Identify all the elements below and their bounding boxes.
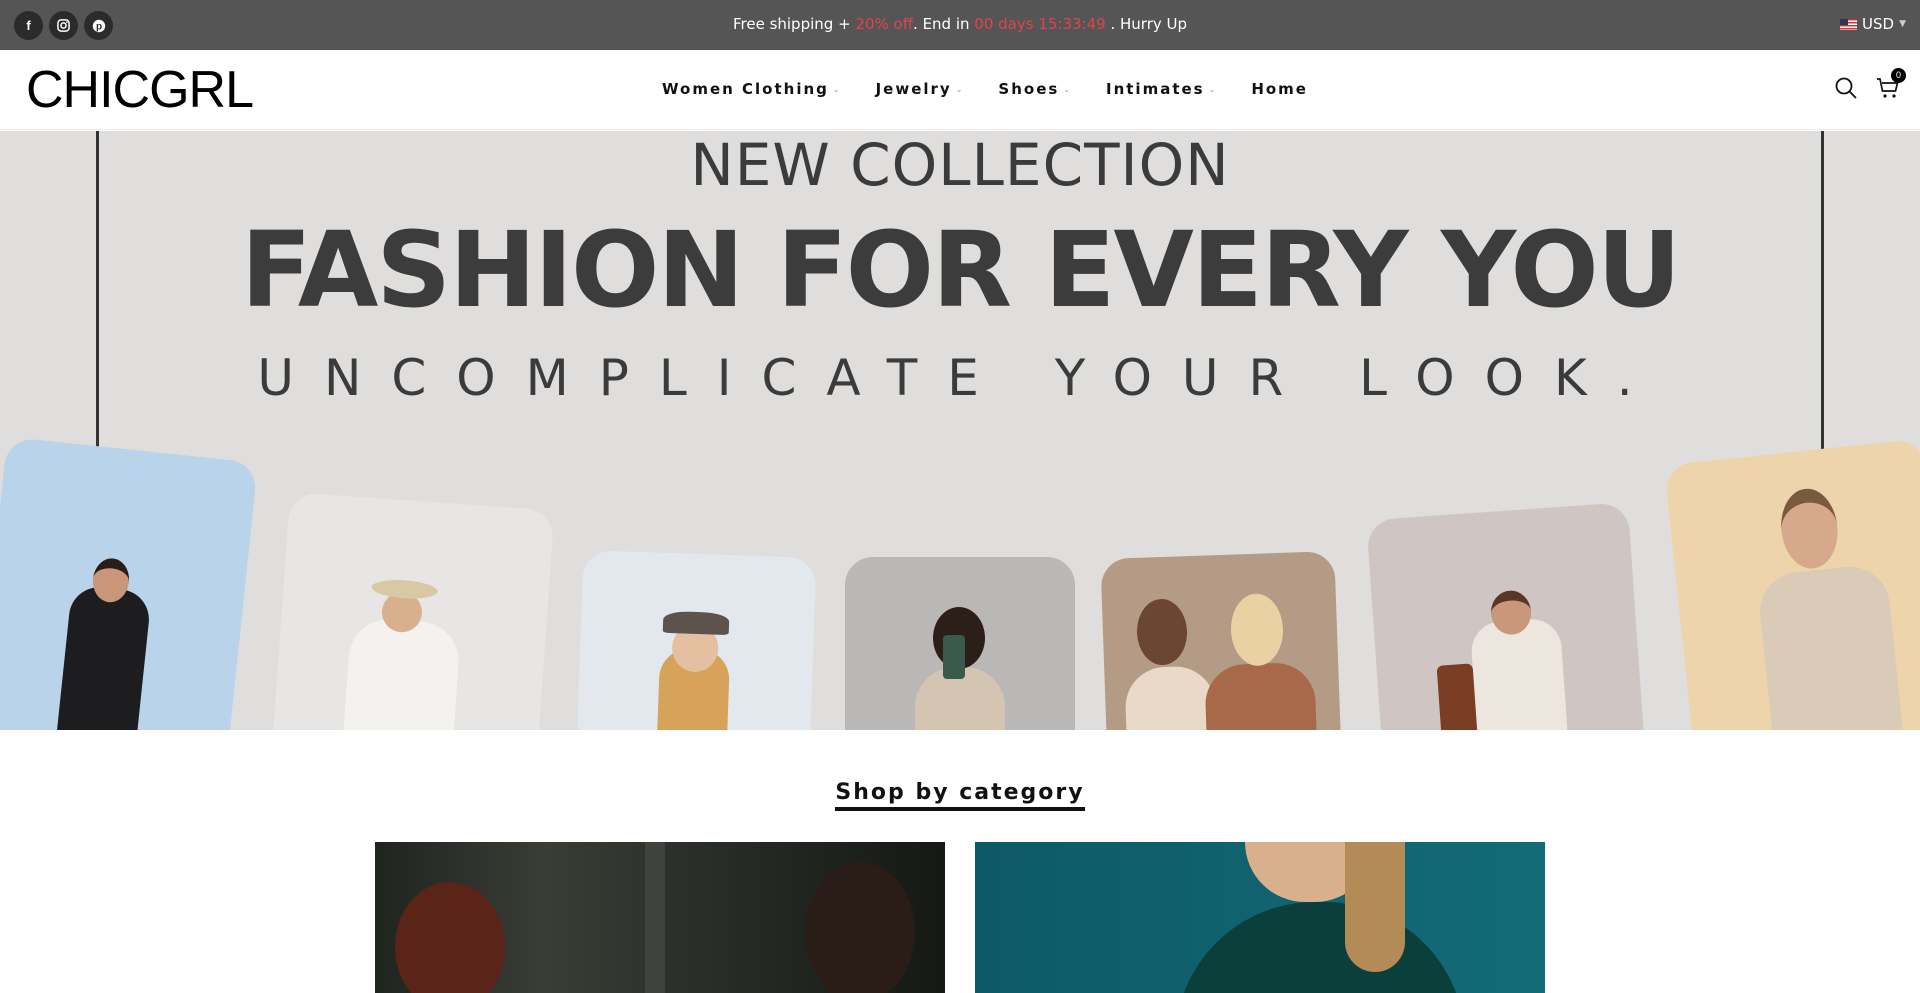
model-figure: [1756, 562, 1907, 730]
hero-tagline: UNCOMPLICATE YOUR LOOK.: [257, 349, 1663, 407]
hero-kicker: NEW COLLECTION: [690, 131, 1230, 199]
model-head: [1229, 592, 1285, 667]
chevron-down-icon: ⌄: [832, 84, 842, 94]
nav-label: Jewelry: [875, 80, 952, 98]
discount-text: 20% off: [855, 15, 914, 33]
header-actions: 0: [1834, 68, 1906, 105]
model-figure: [1204, 661, 1318, 730]
background-post: [645, 842, 665, 993]
announce-prefix: Free shipping +: [732, 15, 856, 33]
announcement-bar: f p Free shipping + 20% off. End in 00 d…: [0, 0, 1920, 50]
model-head: [1777, 485, 1842, 572]
site-header: CHICGRL Women Clothing ⌄ Jewelry ⌄ Shoes ⌄ …: [0, 50, 1920, 130]
cart-button[interactable]: 0: [1876, 68, 1906, 105]
chevron-down-icon: ⌄: [955, 84, 965, 94]
announce-mid: . End in: [913, 15, 975, 33]
nav-label: Shoes: [998, 80, 1060, 98]
model-photo-card: [845, 557, 1075, 730]
nav-item-home[interactable]: Home: [1251, 80, 1308, 98]
site-logo[interactable]: CHICGRL: [26, 64, 254, 116]
model-figure: [340, 616, 462, 730]
model-photo-card: [0, 436, 259, 730]
chevron-down-icon: ⌄: [1063, 84, 1072, 94]
nav-label: Intimates: [1106, 80, 1205, 98]
chevron-down-icon: ⌄: [1208, 84, 1218, 94]
section-title: Shop by category: [0, 780, 1920, 811]
shop-by-category-heading: Shop by category: [835, 780, 1085, 811]
nav-item-shoes[interactable]: Shoes ⌄: [998, 80, 1072, 98]
model-figure: [53, 584, 152, 730]
hat-shape: [662, 610, 730, 636]
model-hair: [805, 862, 915, 993]
nav-label: Home: [1251, 80, 1308, 98]
cart-count-badge: 0: [1891, 68, 1906, 83]
nav-item-women-clothing[interactable]: Women Clothing ⌄: [662, 80, 842, 98]
hat-shape: [371, 578, 439, 601]
promo-announcement: Free shipping + 20% off. End in 00 days …: [0, 15, 1920, 33]
model-figure: [1469, 617, 1571, 730]
countdown-timer: 00 days 15:33:49: [974, 15, 1106, 33]
main-nav: Women Clothing ⌄ Jewelry ⌄ Shoes ⌄ Intimate…: [662, 80, 1342, 98]
hero-banner[interactable]: NEW COLLECTION FASHION FOR EVERY YOU UNC…: [0, 131, 1920, 730]
currency-label: USD: [1862, 15, 1895, 33]
model-photo-card: [1663, 438, 1920, 730]
currency-selector[interactable]: USD ▼: [1840, 15, 1906, 33]
nav-label: Women Clothing: [662, 80, 829, 98]
nav-item-intimates[interactable]: Intimates ⌄: [1106, 80, 1217, 98]
us-flag-icon: [1840, 18, 1858, 30]
announce-suffix: . Hurry Up: [1105, 15, 1188, 33]
model-photo-card: [270, 492, 555, 730]
category-card[interactable]: [375, 842, 945, 993]
category-card[interactable]: [975, 842, 1545, 993]
model-head: [1135, 598, 1189, 666]
chevron-down-icon: ▼: [1899, 19, 1906, 29]
phone-shape: [943, 635, 965, 679]
search-icon[interactable]: [1834, 76, 1858, 105]
model-photo-card: [1100, 550, 1342, 730]
model-hair: [1345, 842, 1405, 972]
model-photo-card: [1366, 502, 1646, 730]
nav-item-jewelry[interactable]: Jewelry ⌄: [876, 80, 965, 98]
model-photo-card: [576, 549, 817, 730]
hero-headline: FASHION FOR EVERY YOU: [240, 209, 1682, 331]
model-figure: [1124, 665, 1218, 730]
